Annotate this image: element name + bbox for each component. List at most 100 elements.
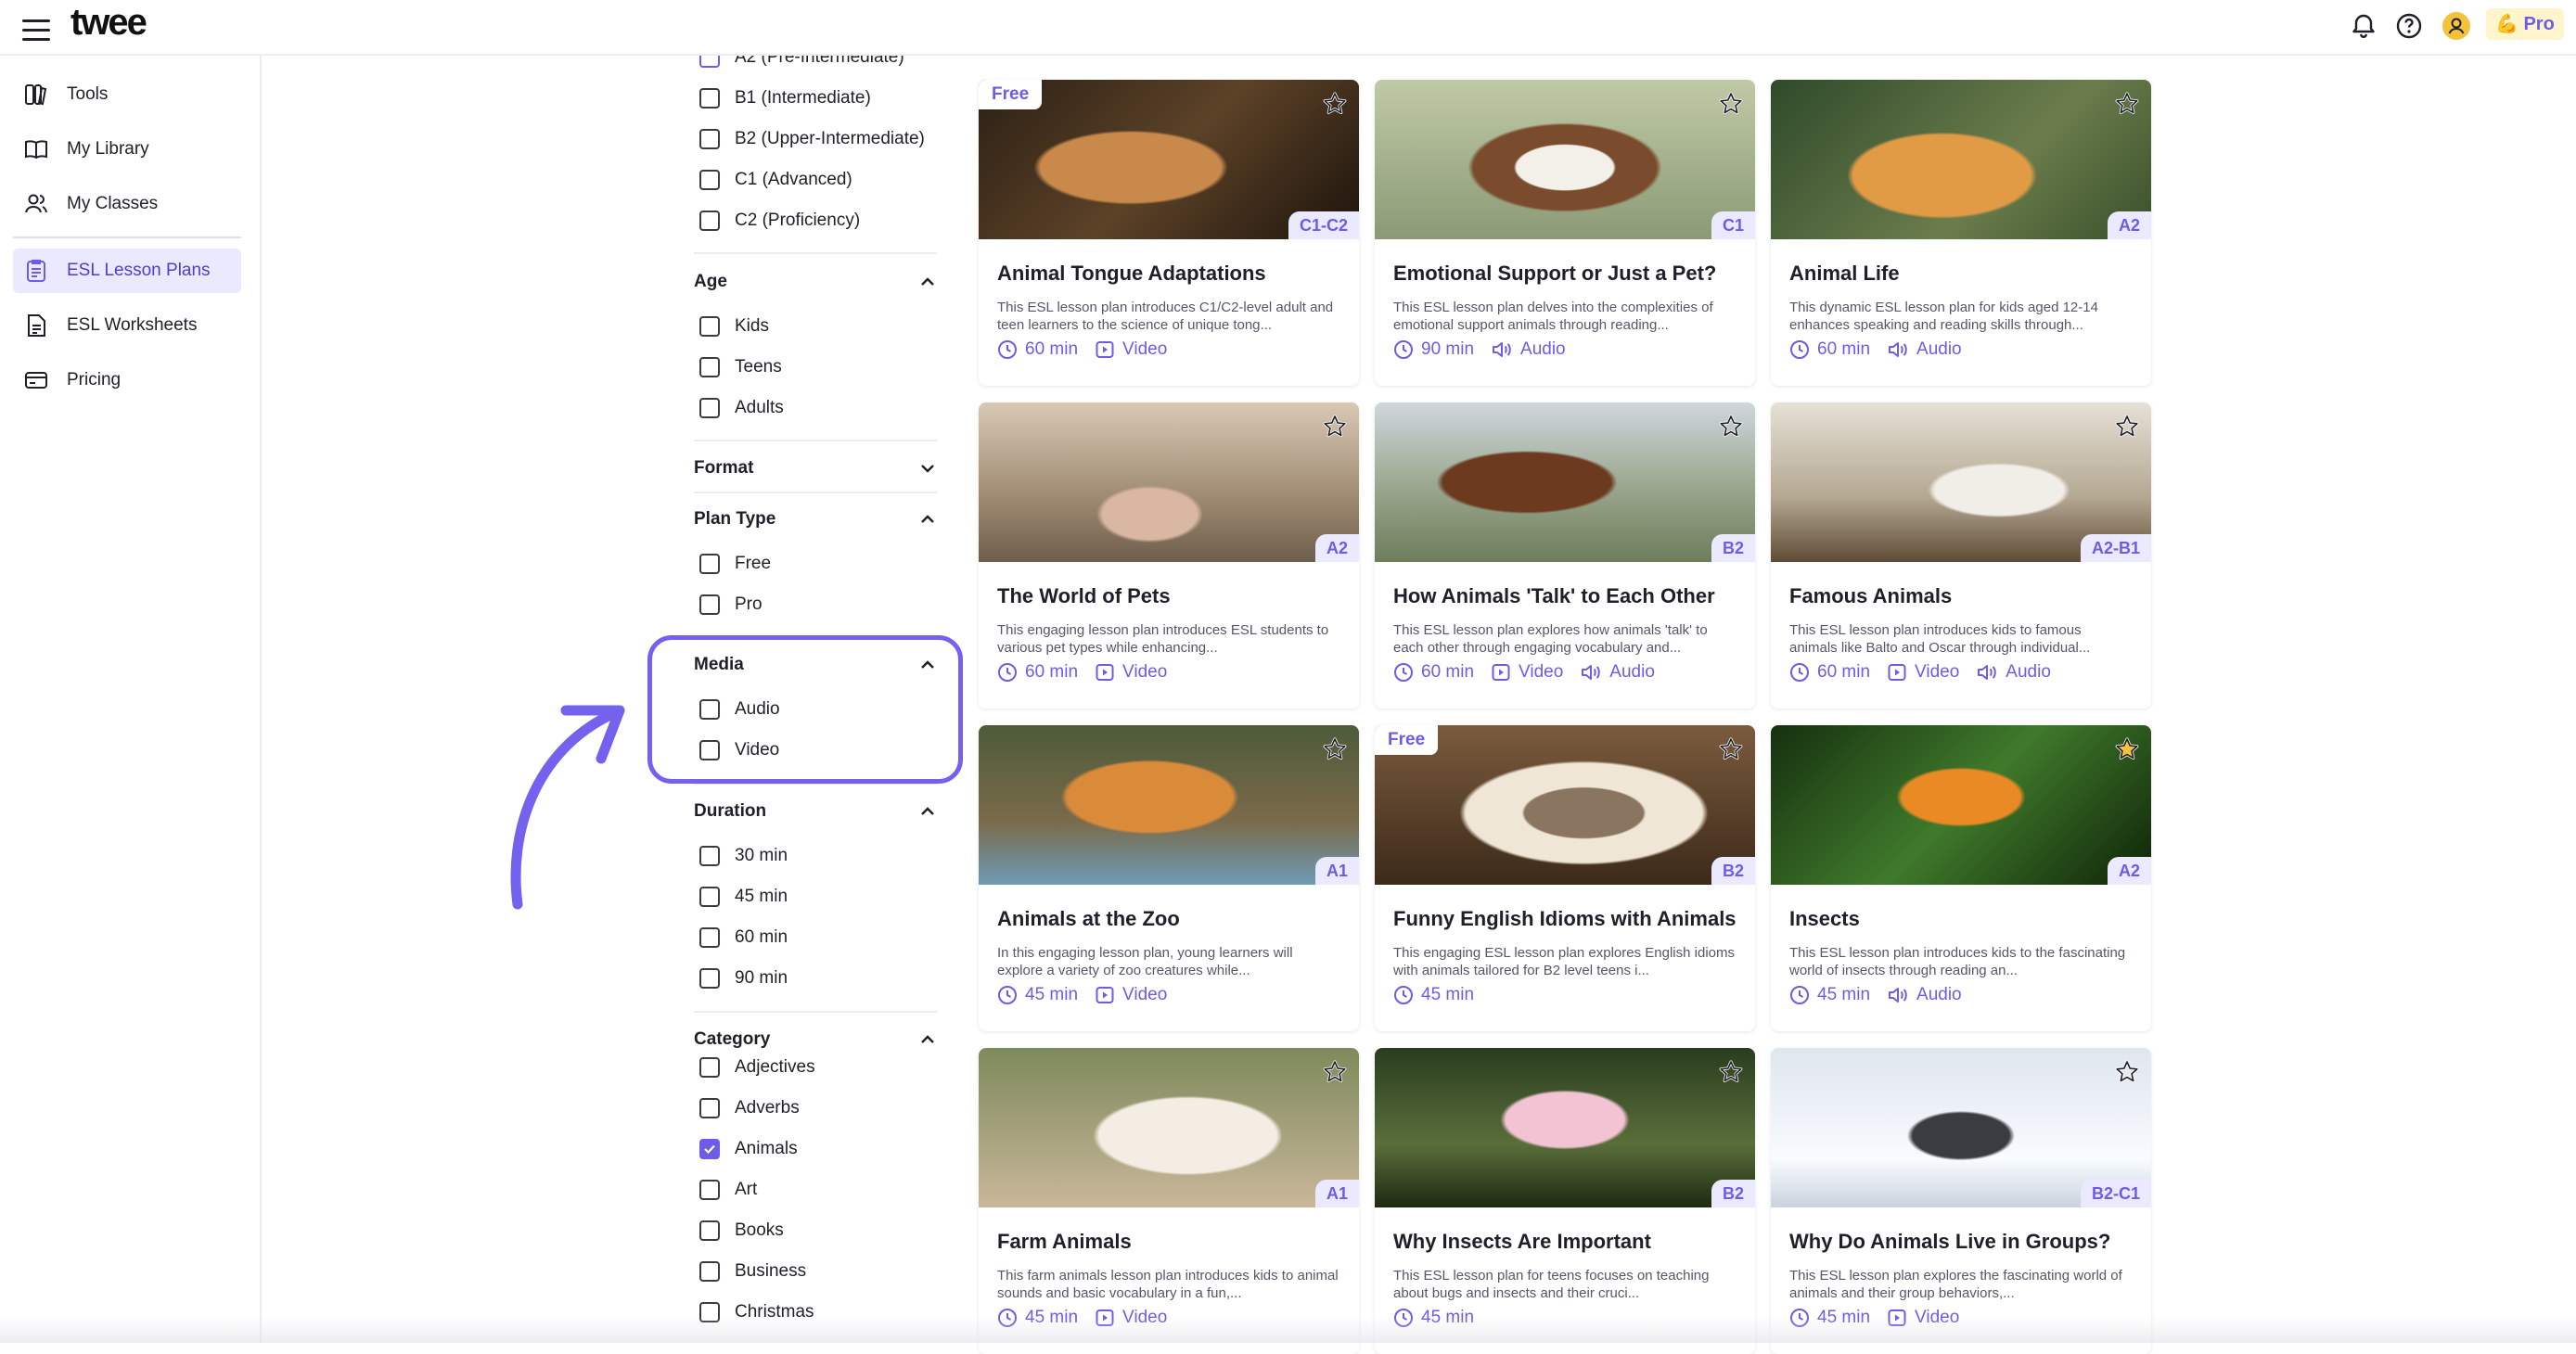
category-list[interactable]: Adjectives Adverbs Animals Art Books Bus…	[668, 1055, 946, 1343]
star-icon[interactable]	[1322, 1059, 1348, 1085]
filter-plan-free[interactable]: Free	[699, 550, 771, 578]
checkbox[interactable]	[699, 927, 720, 948]
checkbox[interactable]	[699, 357, 720, 377]
sidebar-item-pricing[interactable]: Pricing	[13, 358, 241, 402]
menu-icon[interactable]	[22, 16, 50, 41]
help-icon[interactable]	[2394, 11, 2424, 41]
lesson-description: This ESL lesson plan introduces kids to …	[1789, 945, 2126, 978]
lesson-title[interactable]: Animal Life	[1789, 262, 2142, 286]
section-category-header[interactable]: Category	[694, 1026, 937, 1054]
lesson-title[interactable]: Animal Tongue Adaptations	[997, 262, 1350, 286]
star-icon[interactable]	[1718, 736, 1744, 762]
star-icon[interactable]	[2114, 91, 2140, 117]
filter-duration-60[interactable]: 60 min	[699, 924, 788, 952]
checkbox[interactable]	[699, 968, 720, 989]
lesson-card[interactable]: Free C1-C2 Animal Tongue Adaptations This E…	[979, 80, 1359, 386]
section-age-header[interactable]: Age	[694, 268, 937, 296]
checkbox[interactable]	[699, 1180, 720, 1200]
checkbox[interactable]	[699, 1098, 720, 1118]
star-icon[interactable]	[1718, 91, 1744, 117]
checkbox[interactable]	[699, 554, 720, 574]
filter-category-adjectives[interactable]: Adjectives	[699, 1055, 815, 1081]
checkbox[interactable]	[699, 1261, 720, 1282]
lesson-title[interactable]: Insects	[1789, 907, 2142, 931]
filter-duration-30[interactable]: 30 min	[699, 842, 788, 870]
star-icon[interactable]	[1718, 1059, 1744, 1085]
lesson-title[interactable]: Famous Animals	[1789, 584, 2142, 608]
avatar[interactable]	[2441, 11, 2471, 41]
checkbox[interactable]	[699, 594, 720, 615]
app-logo[interactable]: twee	[70, 2, 147, 44]
lesson-card[interactable]: A1 Farm Animals This farm animals lesson p…	[979, 1048, 1359, 1354]
star-icon[interactable]	[2114, 414, 2140, 440]
filter-category-books[interactable]: Books	[699, 1217, 784, 1245]
section-plan-type-header[interactable]: Plan Type	[694, 505, 937, 533]
filter-age-teens[interactable]: Teens	[699, 353, 782, 381]
filter-level-b2[interactable]: B2 (Upper-Intermediate)	[699, 125, 925, 153]
lesson-card[interactable]: B2 Why Insects Are Important This ESL less…	[1375, 1048, 1755, 1354]
filter-category-adverbs[interactable]: Adverbs	[699, 1094, 800, 1122]
checkbox-checked[interactable]	[699, 1139, 720, 1159]
lesson-title[interactable]: Farm Animals	[997, 1230, 1350, 1254]
lesson-card[interactable]: A2 Animal Life This dynamic ESL lesson pla…	[1771, 80, 2151, 386]
lesson-title[interactable]: Emotional Support or Just a Pet?	[1393, 262, 1746, 286]
filter-category-business[interactable]: Business	[699, 1258, 806, 1285]
lesson-card[interactable]: Free B2 Funny English Idioms with Animals T…	[1375, 725, 1755, 1031]
sidebar-item-esl-worksheets[interactable]: ESL Worksheets	[13, 303, 241, 348]
checkbox[interactable]	[699, 88, 720, 109]
checkbox[interactable]	[699, 1057, 720, 1078]
pro-badge[interactable]: 💪 Pro	[2486, 8, 2564, 40]
section-divider	[694, 252, 937, 254]
checkbox[interactable]	[699, 170, 720, 190]
checkbox[interactable]	[699, 846, 720, 866]
lesson-card[interactable]: A2 The World of Pets This engaging lesson …	[979, 402, 1359, 709]
filter-duration-45[interactable]: 45 min	[699, 883, 788, 911]
sidebar-item-esl-lesson-plans[interactable]: ESL Lesson Plans	[13, 249, 241, 293]
sidebar-item-my-library[interactable]: My Library	[13, 127, 241, 172]
filter-level-c2[interactable]: C2 (Proficiency)	[699, 207, 860, 235]
checkbox[interactable]	[699, 56, 720, 68]
checkbox[interactable]	[699, 129, 720, 149]
audio-icon	[1978, 665, 1997, 680]
star-icon[interactable]	[1322, 91, 1348, 117]
filter-level-b1[interactable]: B1 (Intermediate)	[699, 84, 871, 112]
filter-category-animals[interactable]: Animals	[699, 1135, 798, 1163]
lesson-title[interactable]: Funny English Idioms with Animals	[1393, 907, 1746, 931]
star-icon[interactable]	[2114, 736, 2140, 762]
filter-age-kids[interactable]: Kids	[699, 313, 769, 340]
filter-duration-90[interactable]: 90 min	[699, 964, 788, 992]
lesson-title[interactable]: The World of Pets	[997, 584, 1350, 608]
lesson-title[interactable]: Why Insects Are Important	[1393, 1230, 1746, 1254]
lesson-title[interactable]: How Animals 'Talk' to Each Other	[1393, 584, 1746, 608]
lesson-card[interactable]: B2-C1 Why Do Animals Live in Groups? This …	[1771, 1048, 2151, 1354]
checkbox[interactable]	[699, 211, 720, 231]
star-icon[interactable]	[1322, 736, 1348, 762]
lesson-card[interactable]: C1 Emotional Support or Just a Pet? This E…	[1375, 80, 1755, 386]
filter-age-adults[interactable]: Adults	[699, 394, 784, 422]
lesson-card[interactable]: A2-B1 Famous Animals This ESL lesson plan …	[1771, 402, 2151, 709]
lesson-card[interactable]: A2 Insects This ESL lesson plan introduces…	[1771, 725, 2151, 1031]
star-icon[interactable]	[1322, 414, 1348, 440]
section-format-header[interactable]: Format	[694, 454, 937, 482]
lesson-title[interactable]: Animals at the Zoo	[997, 907, 1350, 931]
star-icon[interactable]	[1718, 414, 1744, 440]
filter-level-a2[interactable]: A2 (Pre-Intermediate)	[699, 56, 904, 71]
filter-plan-pro[interactable]: Pro	[699, 591, 763, 619]
lesson-card[interactable]: B2 How Animals 'Talk' to Each Other This E…	[1375, 402, 1755, 709]
checkbox[interactable]	[699, 398, 720, 418]
checkbox[interactable]	[699, 1220, 720, 1241]
clock-icon	[1394, 340, 1413, 359]
checkbox[interactable]	[699, 316, 720, 337]
lesson-title[interactable]: Why Do Animals Live in Groups?	[1789, 1230, 2142, 1254]
chevron-up-icon	[921, 277, 934, 286]
media-highlight-box	[647, 635, 963, 784]
section-duration-header[interactable]: Duration	[694, 798, 937, 825]
star-icon[interactable]	[2114, 1059, 2140, 1085]
bell-icon[interactable]	[2349, 11, 2378, 41]
sidebar-item-tools[interactable]: Tools	[13, 72, 241, 117]
sidebar-item-my-classes[interactable]: My Classes	[13, 182, 241, 226]
filter-level-c1[interactable]: C1 (Advanced)	[699, 166, 852, 194]
checkbox[interactable]	[699, 887, 720, 907]
lesson-card[interactable]: A1 Animals at the Zoo In this engaging les…	[979, 725, 1359, 1031]
filter-category-art[interactable]: Art	[699, 1176, 757, 1204]
